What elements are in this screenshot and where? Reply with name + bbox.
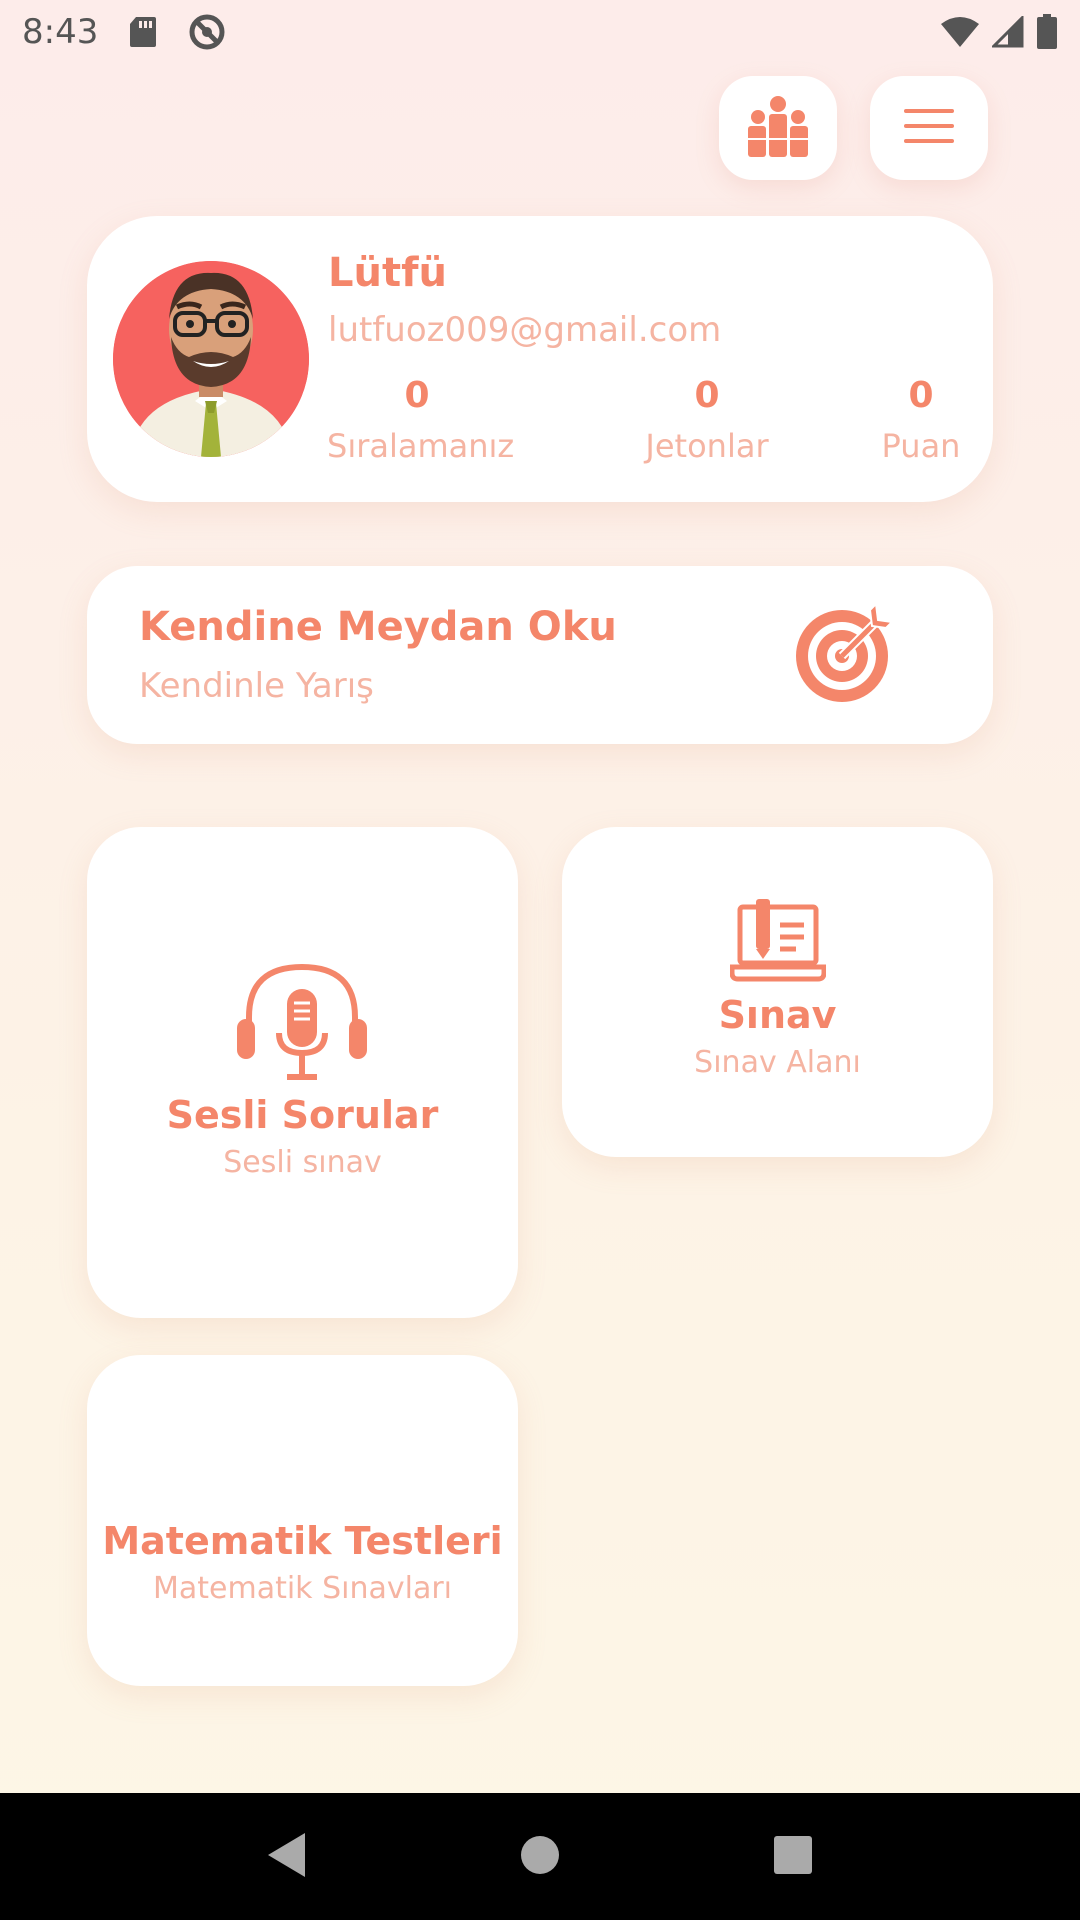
voice-questions-subtitle: Sesli sınav — [223, 1145, 382, 1180]
challenge-title: Kendine Meydan Oku — [139, 604, 617, 650]
stat-tokens-value: 0 — [694, 375, 720, 416]
leaderboard-people-icon — [745, 95, 811, 161]
navigation-bar — [0, 1793, 1080, 1920]
exam-title: Sınav — [718, 993, 837, 1037]
challenge-subtitle: Kendinle Yarış — [139, 666, 374, 706]
back-button[interactable] — [247, 1817, 327, 1897]
stat-points-label: Puan — [881, 427, 961, 466]
back-icon — [265, 1831, 309, 1883]
math-tests-tile[interactable]: Matematik Testleri Matematik Sınavları — [87, 1355, 518, 1686]
math-tests-subtitle: Matematik Sınavları — [152, 1571, 453, 1606]
recents-icon — [773, 1835, 813, 1879]
bearded-man-avatar — [113, 261, 309, 457]
sd-card-icon — [128, 15, 158, 49]
voice-questions-title: Sesli Sorular — [166, 1093, 439, 1137]
laptop-exam-icon — [729, 897, 827, 987]
status-bar: 8:43 — [0, 0, 1080, 64]
voice-questions-text: Sesli Sorular Sesli sınav — [87, 1093, 518, 1180]
challenge-card[interactable]: Kendine Meydan Oku Kendinle Yarış — [87, 566, 993, 744]
target-arrow-icon — [792, 601, 896, 710]
hamburger-menu-icon — [904, 109, 954, 147]
wifi-icon — [940, 16, 980, 48]
battery-icon — [1036, 14, 1058, 50]
stat-ranking-value: 0 — [404, 375, 430, 416]
home-button[interactable] — [500, 1817, 580, 1897]
exam-subtitle: Sınav Alanı — [694, 1045, 861, 1080]
exam-tile[interactable]: Sınav Sınav Alanı — [562, 827, 993, 1157]
profile-email: lutfuoz009@gmail.com — [328, 310, 722, 350]
headphones-microphone-icon — [237, 957, 367, 1087]
stat-ranking: 0 Sıralamanız — [327, 374, 515, 466]
math-tests-text: Matematik Testleri Matematik Sınavları — [87, 1519, 518, 1606]
profile-card[interactable]: Lütfü lutfuoz009@gmail.com 0 Sıralamanız… — [87, 216, 993, 502]
profile-name: Lütfü — [328, 250, 447, 296]
status-time: 8:43 — [22, 12, 99, 52]
stat-tokens: 0 Jetonlar — [632, 374, 782, 465]
voice-questions-tile[interactable]: Sesli Sorular Sesli sınav — [87, 827, 518, 1318]
math-tests-title: Matematik Testleri — [102, 1519, 503, 1563]
sync-disabled-icon — [188, 13, 226, 51]
exam-text: Sınav Sınav Alanı — [562, 993, 993, 1080]
leaderboard-button[interactable] — [719, 76, 837, 180]
home-icon — [520, 1835, 560, 1879]
stat-tokens-label: Jetonlar — [645, 427, 769, 466]
stat-ranking-label: Sıralamanız — [327, 427, 515, 466]
recents-button[interactable] — [753, 1817, 833, 1897]
menu-button[interactable] — [870, 76, 988, 180]
cell-signal-icon — [992, 16, 1024, 48]
stat-points: 0 Puan — [870, 374, 972, 465]
stat-points-value: 0 — [908, 375, 934, 416]
